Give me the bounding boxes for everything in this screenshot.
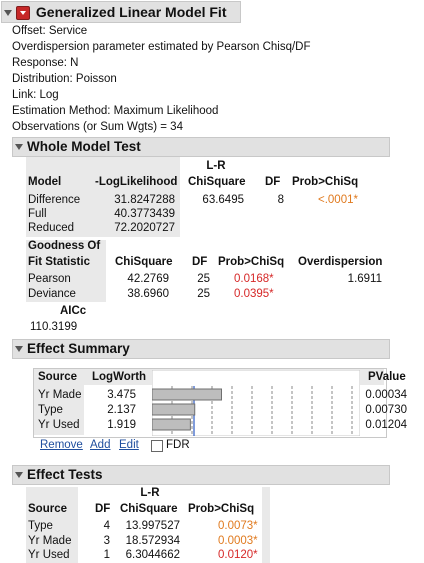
aicc-label: AICc [60,305,87,317]
logworth-bar-chart [152,370,360,436]
col-prob: Prob>ChiSq [188,503,255,515]
row-prob: <.0001* [318,194,358,206]
et-source: Yr Made [28,535,72,547]
et-chisq: 18.572934 [125,535,180,547]
et-df: 3 [103,535,110,547]
et-chisq: 13.997527 [125,520,180,532]
info-observations: Observations (or Sum Wgts) = 34 [12,121,183,133]
effect-tests-title: Effect Tests [27,467,103,482]
row-label: Difference [28,194,81,206]
col-df: DF [95,503,111,515]
et-source: Type [28,520,53,532]
report-title: Generalized Linear Model Fit [35,4,227,20]
et-prob: 0.0120* [218,549,258,561]
es-pvalue: 0.00034 [365,389,407,401]
es-logworth: 1.919 [107,419,136,431]
effect-tests-header[interactable]: Effect Tests [12,465,390,485]
whole-model-title: Whole Model Test [27,139,141,154]
row-loglik: 40.3773439 [114,208,175,220]
report-title-bar[interactable]: Generalized Linear Model Fit [1,1,241,23]
info-distribution: Distribution: Poisson [12,73,117,85]
col-chisquare: ChiSquare [188,176,246,188]
col-lr: L-R [140,487,160,499]
et-df: 1 [103,549,110,561]
gof-overdispersion: 1.6911 [347,273,382,285]
gof-chisq: 42.2769 [127,273,169,285]
gof-stat: Pearson [28,273,71,285]
fdr-label: FDR [166,439,190,451]
add-button[interactable]: Add [90,439,110,451]
info-offset: Offset: Service [12,25,88,37]
disclosure-triangle-icon[interactable] [15,472,23,479]
col-lr: L-R [206,160,226,172]
info-link: Link: Log [12,89,59,101]
edit-button[interactable]: Edit [119,439,139,451]
disclosure-triangle-icon[interactable] [4,10,12,17]
row-loglik: 31.8247288 [114,194,175,206]
col-gof-2: Fit Statistic [28,256,90,268]
col-gof-1: Goodness Of [28,240,101,252]
row-label: Full [28,208,47,220]
et-prob: 0.0003* [218,535,258,547]
info-overdispersion: Overdispersion parameter estimated by Pe… [12,41,311,53]
col-gof-prob: Prob>ChiSq [218,256,285,268]
et-source: Yr Used [28,549,70,561]
row-label: Reduced [28,222,75,234]
col-model: Model [28,176,62,188]
gof-df: 25 [197,288,210,300]
red-triangle-menu-icon[interactable] [16,6,30,21]
effect-summary-header[interactable]: Effect Summary [12,339,390,359]
gof-prob: 0.0395* [234,288,274,300]
col-logworth: LogWorth [92,371,147,383]
et-scroll-shade [262,487,270,563]
aicc-value: 110.3199 [30,321,78,333]
col-chisquare: ChiSquare [120,503,178,515]
es-source: Yr Used [38,419,80,431]
remove-button[interactable]: Remove [40,439,83,451]
info-response: Response: N [12,57,79,69]
row-loglik: 72.2020727 [114,222,175,234]
gof-df: 25 [197,273,210,285]
disclosure-triangle-icon[interactable] [15,144,23,151]
et-chisq: 6.3044662 [125,549,180,561]
col-df: DF [265,176,281,188]
col-source: Source [38,371,77,383]
logworth-bar [152,418,191,431]
es-pvalue: 0.00730 [365,404,407,416]
es-logworth: 2.137 [107,404,136,416]
et-prob: 0.0073* [218,520,258,532]
col-prob: Prob>ChiSq [292,176,359,188]
es-source: Type [38,404,63,416]
es-pvalue: 0.01204 [365,419,407,431]
gof-chisq: 38.6960 [127,288,169,300]
col-pvalue: PValue [368,371,406,383]
row-df: 8 [277,194,284,206]
et-df: 4 [103,520,110,532]
fdr-checkbox[interactable] [151,440,163,452]
col-source: Source [28,503,67,515]
col-loglik: -LogLikelihood [95,176,178,188]
es-source: Yr Made [38,389,82,401]
gof-stat: Deviance [28,288,76,300]
info-estimation: Estimation Method: Maximum Likelihood [12,105,219,117]
row-chisq: 63.6495 [202,194,244,206]
disclosure-triangle-icon[interactable] [15,346,23,353]
whole-model-test-header[interactable]: Whole Model Test [12,137,390,157]
col-gof-chisquare: ChiSquare [115,256,173,268]
col-gof-overdispersion: Overdispersion [298,256,383,268]
logworth-bar [152,403,196,416]
col-gof-df: DF [192,256,208,268]
logworth-bar [152,388,222,401]
gof-prob: 0.0168* [234,273,274,285]
es-logworth: 3.475 [107,389,136,401]
effect-summary-title: Effect Summary [27,341,130,356]
